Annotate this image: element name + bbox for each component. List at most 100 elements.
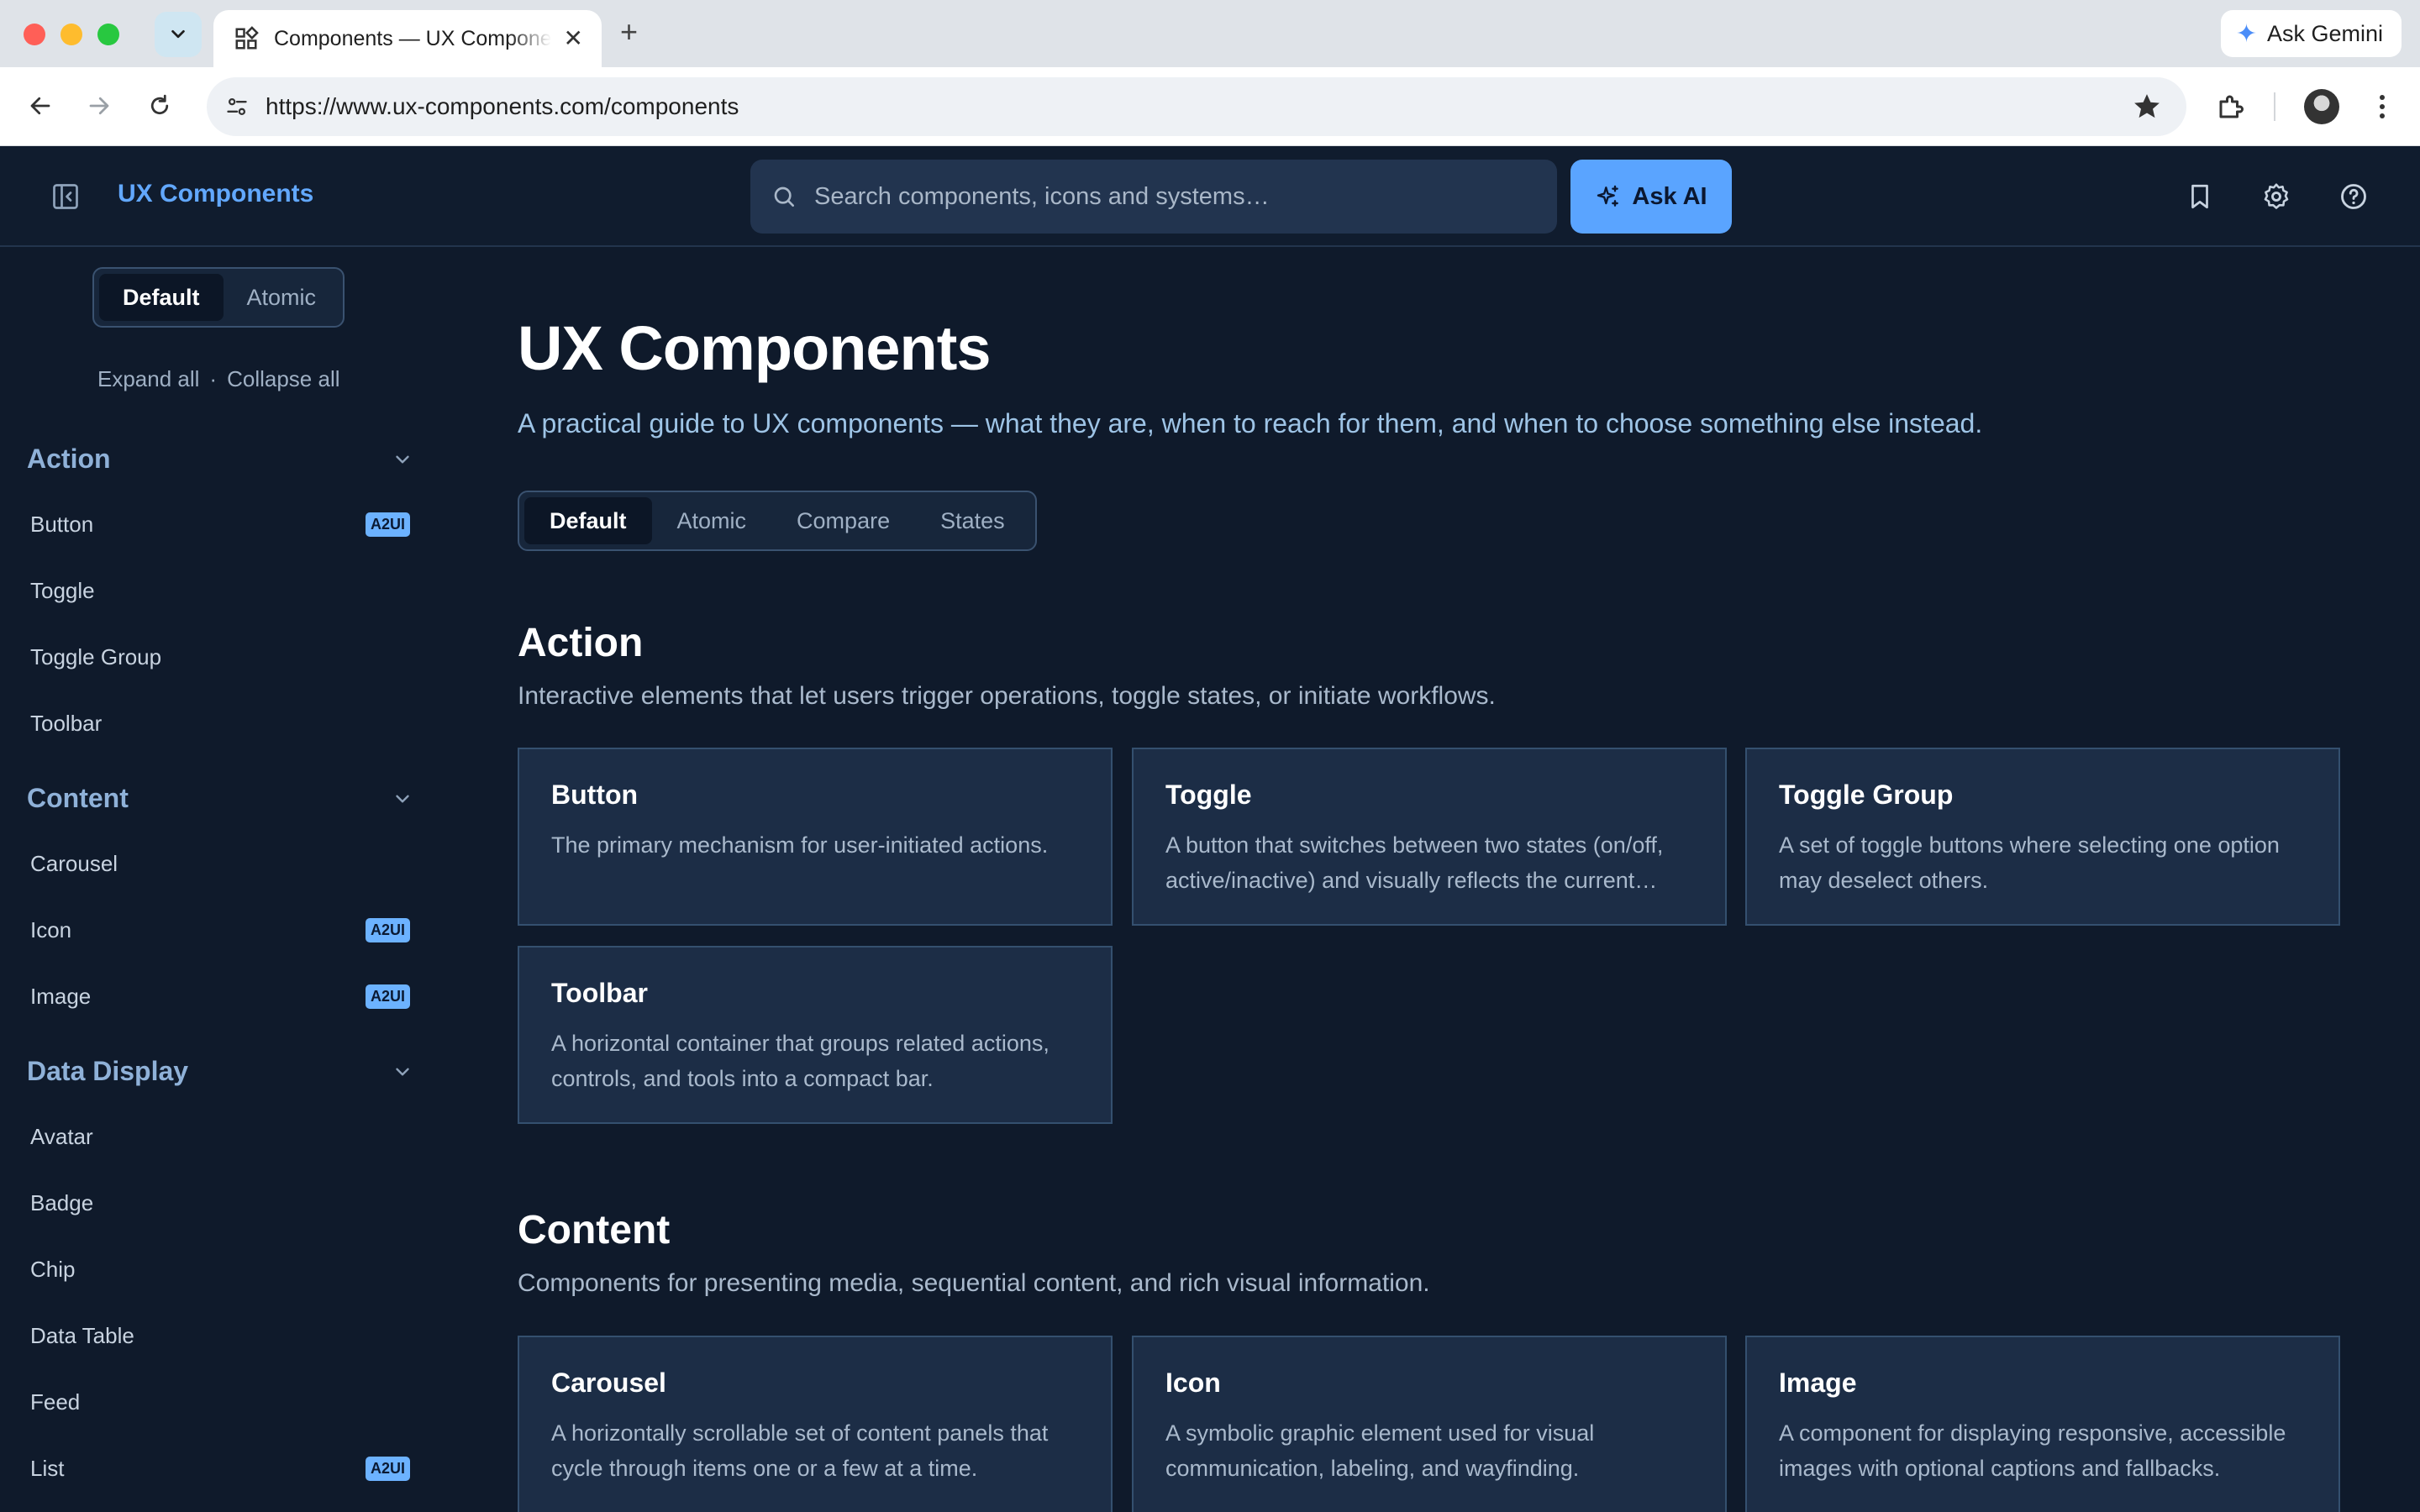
search-bar[interactable] bbox=[750, 160, 1557, 234]
ask-gemini-label: Ask Gemini bbox=[2266, 20, 2383, 46]
sidebar-collapse-icon bbox=[53, 184, 78, 209]
components-favicon-icon bbox=[235, 26, 259, 50]
gear-icon bbox=[2264, 183, 2289, 209]
card-description: A set of toggle buttons where selecting … bbox=[1779, 832, 2280, 893]
expand-all-link[interactable]: Expand all bbox=[97, 366, 199, 391]
sidebar-view-switch: Default Atomic bbox=[92, 267, 345, 328]
card-description: A component for displaying responsive, a… bbox=[1779, 1420, 2286, 1481]
chevron-down-icon bbox=[396, 1068, 409, 1075]
component-card-icon[interactable]: Icon A symbolic graphic element used for… bbox=[1132, 1336, 1727, 1512]
brand-logo-text[interactable]: UX Components bbox=[118, 180, 313, 208]
sidebar-item-icon[interactable]: Icon A2UI bbox=[30, 913, 410, 947]
more-vertical-icon bbox=[2380, 95, 2385, 118]
sidebar-item-avatar[interactable]: Avatar bbox=[30, 1120, 410, 1153]
component-card-image[interactable]: Image A component for displaying respons… bbox=[1745, 1336, 2340, 1512]
maximize-window-button[interactable] bbox=[97, 24, 119, 45]
ask-ai-button[interactable]: Ask AI bbox=[1570, 160, 1732, 234]
component-card-carousel[interactable]: Carousel A horizontally scrollable set o… bbox=[518, 1336, 1113, 1512]
reload-icon bbox=[150, 94, 169, 115]
sidebar-item-label: Toggle bbox=[30, 577, 95, 603]
ask-gemini-button[interactable]: ✦ Ask Gemini bbox=[2220, 10, 2402, 57]
page-title: UX Components bbox=[518, 313, 992, 383]
card-title: Image bbox=[1779, 1368, 1857, 1398]
separator-dot: · bbox=[209, 366, 218, 391]
sidebar-item-button[interactable]: Button A2UI bbox=[30, 507, 410, 541]
a2ui-badge: A2UI bbox=[365, 917, 410, 942]
sidebar-item-label: Badge bbox=[30, 1189, 94, 1215]
sidebar-item-label: Icon bbox=[30, 916, 72, 942]
sidebar-item-label: Feed bbox=[30, 1389, 81, 1415]
settings-button[interactable] bbox=[2260, 180, 2293, 213]
puzzle-icon bbox=[2219, 95, 2244, 118]
component-card-button[interactable]: Button The primary mechanism for user-in… bbox=[518, 748, 1113, 926]
tab-search-button[interactable] bbox=[155, 12, 202, 57]
sidebar-item-toggle[interactable]: Toggle bbox=[30, 574, 410, 607]
extensions-button[interactable] bbox=[2212, 87, 2250, 126]
sidebar-item-label: Chip bbox=[30, 1256, 76, 1282]
card-title: Button bbox=[551, 780, 639, 810]
sidebar-item-label: Toggle Group bbox=[30, 643, 162, 669]
sidebar-item-chip[interactable]: Chip bbox=[30, 1252, 410, 1286]
new-tab-button[interactable]: + bbox=[620, 17, 638, 47]
site-info-icon[interactable] bbox=[218, 88, 255, 125]
card-description: A symbolic graphic element used for visu… bbox=[1165, 1420, 1595, 1481]
card-title: Toggle bbox=[1165, 780, 1252, 810]
url-text: https://www.ux-components.com/components bbox=[266, 93, 739, 119]
sidebar-item-toolbar[interactable]: Toolbar bbox=[30, 706, 410, 740]
sidebar-category-content[interactable]: Content bbox=[27, 783, 413, 814]
category-label: Data Display bbox=[27, 1056, 189, 1086]
sidebar-toggle-button[interactable] bbox=[50, 181, 81, 212]
help-button[interactable] bbox=[2337, 180, 2370, 213]
tab-states[interactable]: States bbox=[915, 497, 1030, 544]
sidebar-category-action[interactable]: Action bbox=[27, 444, 413, 475]
browser-tabstrip: Components — UX Components ✕ + ✦ Ask Gem… bbox=[0, 0, 2420, 67]
component-card-toggle-group[interactable]: Toggle Group A set of toggle buttons whe… bbox=[1745, 748, 2340, 926]
close-window-button[interactable] bbox=[24, 24, 45, 45]
reload-button[interactable] bbox=[141, 87, 178, 124]
sidebar-item-list[interactable]: List A2UI bbox=[30, 1452, 410, 1485]
sidebar-item-carousel[interactable]: Carousel bbox=[30, 847, 410, 880]
main-content: UX Components A practical guide to UX co… bbox=[518, 249, 2420, 1512]
sidebar-mode-atomic[interactable]: Atomic bbox=[224, 274, 340, 321]
view-tabs: Default Atomic Compare States bbox=[518, 491, 1037, 551]
sidebar-item-label: Avatar bbox=[30, 1123, 93, 1149]
a2ui-badge: A2UI bbox=[365, 1456, 410, 1481]
section-description-content: Components for presenting media, sequent… bbox=[518, 1269, 1430, 1297]
toolbar-divider bbox=[2274, 92, 2275, 121]
card-description: The primary mechanism for user-initiated… bbox=[551, 832, 1049, 858]
sidebar-mode-default[interactable]: Default bbox=[99, 274, 224, 321]
sidebar-item-feed[interactable]: Feed bbox=[30, 1385, 410, 1419]
tab-atomic[interactable]: Atomic bbox=[652, 497, 772, 544]
bookmark-star-icon[interactable] bbox=[2129, 89, 2165, 124]
browser-tab-active[interactable]: Components — UX Components ✕ bbox=[213, 10, 602, 67]
search-input[interactable] bbox=[814, 182, 1537, 211]
sidebar-item-image[interactable]: Image A2UI bbox=[30, 979, 410, 1013]
tab-compare[interactable]: Compare bbox=[771, 497, 915, 544]
profile-avatar[interactable] bbox=[2304, 89, 2339, 124]
sidebar-item-toggle-group[interactable]: Toggle Group bbox=[30, 640, 410, 674]
page-subtitle: A practical guide to UX components — wha… bbox=[518, 408, 1983, 438]
browser-menu-button[interactable] bbox=[2363, 87, 2402, 126]
app-header: UX Components Ask AI bbox=[0, 146, 2420, 247]
address-bar[interactable]: https://www.ux-components.com/components bbox=[207, 77, 2186, 136]
sidebar-item-label: Toolbar bbox=[30, 710, 103, 736]
gemini-sparkle-icon: ✦ bbox=[2235, 19, 2257, 48]
forward-button[interactable] bbox=[81, 87, 118, 124]
component-card-toggle[interactable]: Toggle A button that switches between tw… bbox=[1132, 748, 1727, 926]
component-card-toolbar[interactable]: Toolbar A horizontal container that grou… bbox=[518, 946, 1113, 1124]
tab-default[interactable]: Default bbox=[524, 497, 652, 544]
sidebar-item-badge[interactable]: Badge bbox=[30, 1186, 410, 1220]
sidebar-category-data-display[interactable]: Data Display bbox=[27, 1056, 413, 1087]
sidebar-item-label: Data Table bbox=[30, 1322, 134, 1348]
a2ui-badge: A2UI bbox=[365, 984, 410, 1009]
collapse-all-link[interactable]: Collapse all bbox=[227, 366, 339, 391]
search-icon bbox=[774, 186, 794, 207]
bookmarks-button[interactable] bbox=[2183, 180, 2217, 213]
category-label: Action bbox=[27, 444, 111, 474]
arrow-left-icon bbox=[30, 97, 50, 115]
back-button[interactable] bbox=[22, 87, 59, 124]
close-tab-icon[interactable]: ✕ bbox=[564, 27, 583, 50]
minimize-window-button[interactable] bbox=[60, 24, 82, 45]
sidebar-item-data-table[interactable]: Data Table bbox=[30, 1319, 410, 1352]
ask-ai-label: Ask AI bbox=[1632, 182, 1707, 210]
